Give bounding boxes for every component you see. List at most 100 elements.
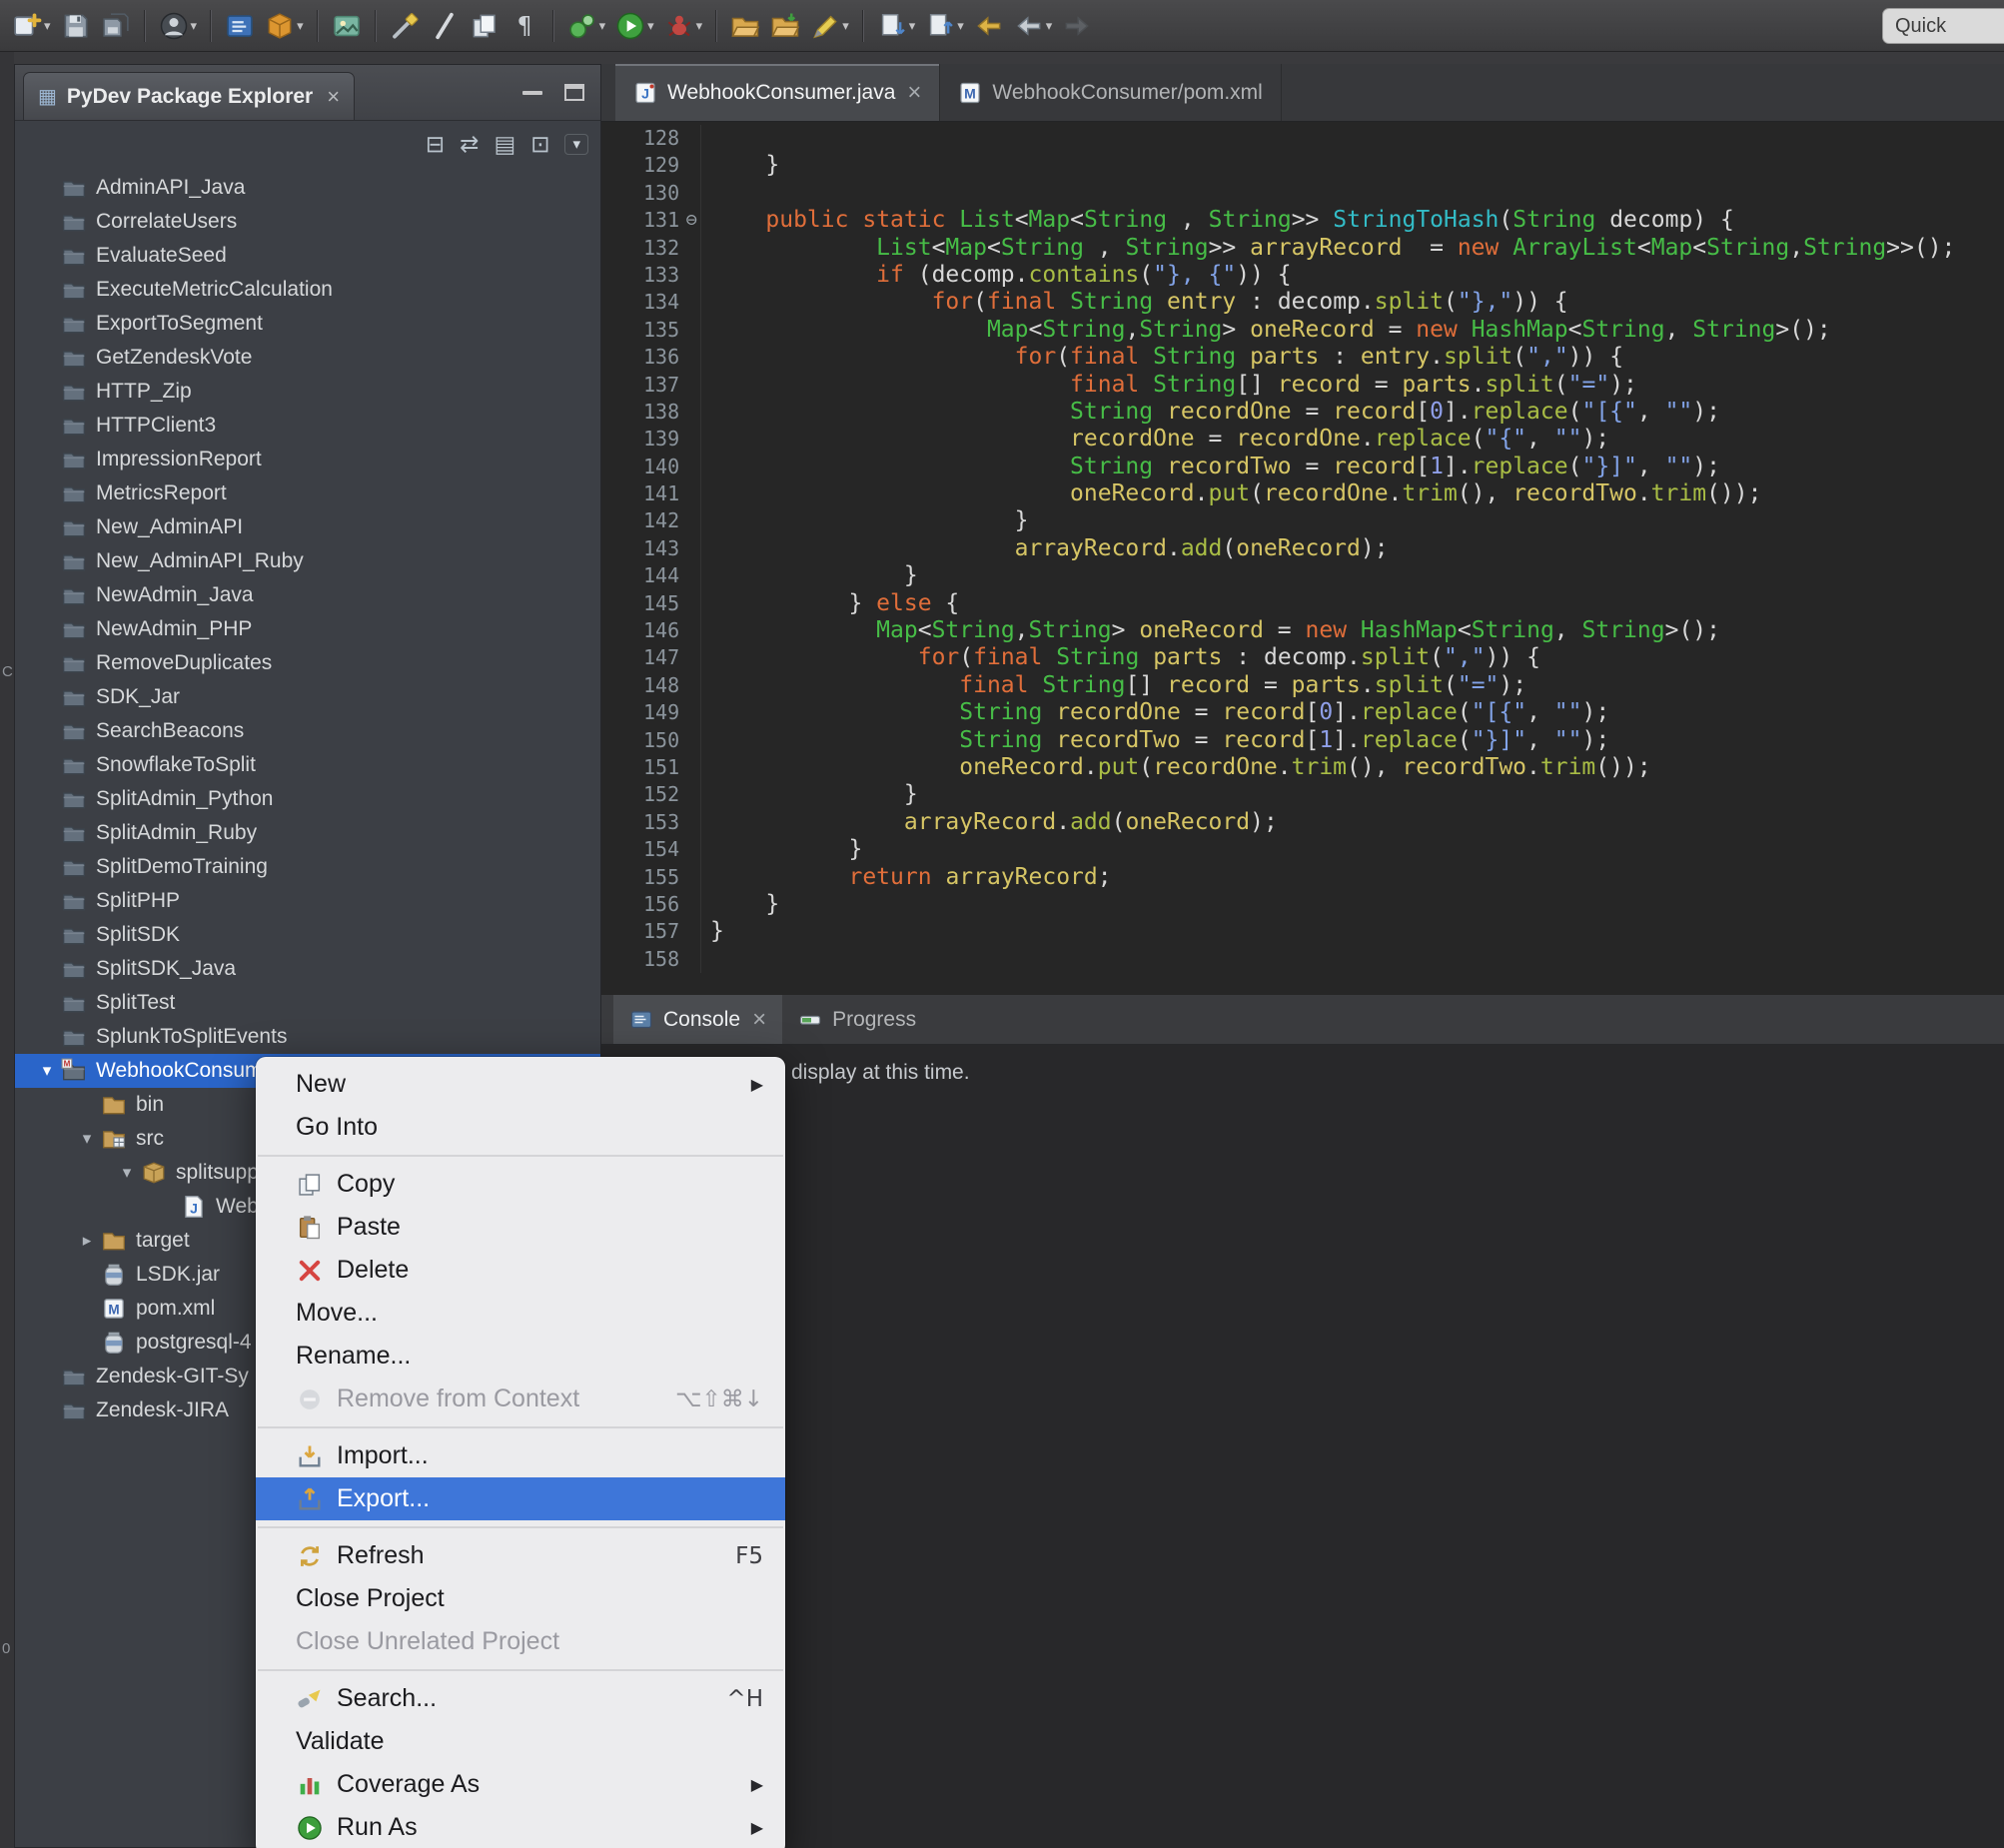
filters-button[interactable]: ⊡ [530,133,549,156]
tree-item-searchbeacons[interactable]: SearchBeacons [15,714,600,748]
line-number[interactable]: 143 [601,535,701,562]
menu-item-run-as[interactable]: Run As▶ [256,1806,785,1848]
tree-item-splunktosplitevents[interactable]: SplunkToSplitEvents [15,1020,600,1054]
code-line[interactable]: 151 oneRecord.put(recordOne.trim(), reco… [601,754,2004,781]
line-number[interactable]: 136 [601,344,701,371]
code-line[interactable]: 147 for(final String parts : decomp.spli… [601,644,2004,671]
next-annotation-button[interactable]: ▾ [873,6,920,46]
open-folder-button[interactable] [726,6,764,46]
line-number[interactable]: 149 [601,699,701,726]
line-number[interactable]: 157 [601,918,701,945]
close-tab-icon[interactable]: × [752,1008,766,1032]
open-resource-button[interactable] [766,6,804,46]
close-view-icon[interactable]: × [327,84,340,110]
line-number[interactable]: 150 [601,727,701,754]
line-number[interactable]: 148 [601,672,701,699]
tree-item-splitphp[interactable]: SplitPHP [15,884,600,918]
tree-item-splitsdk-java[interactable]: SplitSDK_Java [15,952,600,986]
tree-item-metricsreport[interactable]: MetricsReport [15,476,600,510]
tree-item-correlateusers[interactable]: CorrelateUsers [15,205,600,239]
close-tab-icon[interactable]: × [907,81,921,105]
tree-item-sdk-jar[interactable]: SDK_Jar [15,680,600,714]
tree-item-new-adminapi[interactable]: New_AdminAPI [15,510,600,544]
line-number[interactable]: 140 [601,454,701,480]
code-line[interactable]: 131⊖ public static List<Map<String , Str… [601,207,2004,234]
tree-item-exporttosegment[interactable]: ExportToSegment [15,307,600,341]
view-menu-button[interactable]: ▾ [564,134,588,155]
menu-item-paste[interactable]: Paste [256,1206,785,1249]
save-all-button[interactable] [97,6,135,46]
editor-tab-webhookconsumer-pom-xml[interactable]: MWebhookConsumer/pom.xml [940,64,1281,121]
code-line[interactable]: 140 String recordTwo = record[1].replace… [601,454,2004,480]
code-line[interactable]: 158 [601,946,2004,973]
tree-item-splittest[interactable]: SplitTest [15,986,600,1020]
tree-item-adminapi-java[interactable]: AdminAPI_Java [15,171,600,205]
line-number[interactable]: 131⊖ [601,207,701,234]
line-number[interactable]: 130 [601,180,701,207]
line-number[interactable]: 134 [601,289,701,316]
line-number[interactable]: 138 [601,399,701,426]
tree-item-splitadmin-ruby[interactable]: SplitAdmin_Ruby [15,816,600,850]
code-line[interactable]: 148 final String[] record = parts.split(… [601,672,2004,699]
line-number[interactable]: 145 [601,590,701,617]
line-number[interactable]: 158 [601,946,701,973]
layout-button[interactable]: ▤ [494,133,515,156]
line-number[interactable]: 156 [601,891,701,918]
line-number[interactable]: 147 [601,644,701,671]
quick-access-box[interactable]: Quick [1882,8,2004,44]
code-line[interactable]: 137 final String[] record = parts.split(… [601,372,2004,399]
prev-annotation-button[interactable]: ▾ [921,6,968,46]
skip-breakpoints-button[interactable] [426,6,464,46]
tree-item-httpclient3[interactable]: HTTPClient3 [15,409,600,443]
last-edit-location-button[interactable] [970,6,1008,46]
line-number[interactable]: 137 [601,372,701,399]
line-number[interactable]: 151 [601,754,701,781]
menu-item-rename[interactable]: Rename... [256,1335,785,1378]
menu-item-delete[interactable]: Delete [256,1249,785,1292]
tree-item-impressionreport[interactable]: ImpressionReport [15,443,600,476]
line-number[interactable]: 152 [601,781,701,808]
menu-item-close-project[interactable]: Close Project [256,1577,785,1620]
forward-button[interactable] [1058,6,1096,46]
menu-item-export[interactable]: Export... [256,1477,785,1520]
menu-item-close-unrelated-project[interactable]: Close Unrelated Project [256,1620,785,1663]
line-number[interactable]: 146 [601,617,701,644]
code-line[interactable]: 130 [601,180,2004,207]
line-number[interactable]: 139 [601,426,701,453]
tree-item-getzendeskvote[interactable]: GetZendeskVote [15,341,600,375]
code-line[interactable]: 149 String recordOne = record[0].replace… [601,699,2004,726]
back-button[interactable]: ▾ [1010,6,1057,46]
java-package-button[interactable]: ▾ [261,6,308,46]
tree-item-removeduplicates[interactable]: RemoveDuplicates [15,646,600,680]
tree-item-newadmin-php[interactable]: NewAdmin_PHP [15,612,600,646]
twisty-open-icon[interactable]: ▾ [113,1163,141,1183]
line-number[interactable]: 153 [601,809,701,836]
run-button[interactable]: ▾ [611,6,658,46]
menu-item-coverage-as[interactable]: Coverage As▶ [256,1763,785,1806]
code-line[interactable]: 144 } [601,562,2004,589]
code-line[interactable]: 152 } [601,781,2004,808]
code-line[interactable]: 138 String recordOne = record[0].replace… [601,399,2004,426]
menu-item-go-into[interactable]: Go Into [256,1106,785,1149]
code-line[interactable]: 128 [601,125,2004,152]
code-line[interactable]: 146 Map<String,String> oneRecord = new H… [601,617,2004,644]
console-view-button[interactable] [221,6,259,46]
menu-item-import[interactable]: Import... [256,1434,785,1477]
line-number[interactable]: 133 [601,262,701,289]
code-line[interactable]: 156 } [601,891,2004,918]
code-line[interactable]: 143 arrayRecord.add(oneRecord); [601,535,2004,562]
fold-marker-icon[interactable]: ⊖ [686,207,697,234]
code-line[interactable]: 155 return arrayRecord; [601,864,2004,891]
tree-item-http-zip[interactable]: HTTP_Zip [15,375,600,409]
line-number[interactable]: 141 [601,480,701,507]
line-number[interactable]: 135 [601,317,701,344]
explorer-view-tab[interactable]: ▦ PyDev Package Explorer × [23,72,355,120]
code-editor[interactable]: 128129 }130131⊖ public static List<Map<S… [601,122,2004,995]
sketch-tool-button[interactable] [386,6,424,46]
code-line[interactable]: 150 String recordTwo = record[1].replace… [601,727,2004,754]
line-number[interactable]: 129 [601,152,701,179]
code-line[interactable]: 141 oneRecord.put(recordOne.trim(), reco… [601,480,2004,507]
code-line[interactable]: 134 for(final String entry : decomp.spli… [601,289,2004,316]
collapse-all-button[interactable]: ⊟ [426,133,445,156]
code-line[interactable]: 132 List<Map<String , String>> arrayReco… [601,235,2004,262]
